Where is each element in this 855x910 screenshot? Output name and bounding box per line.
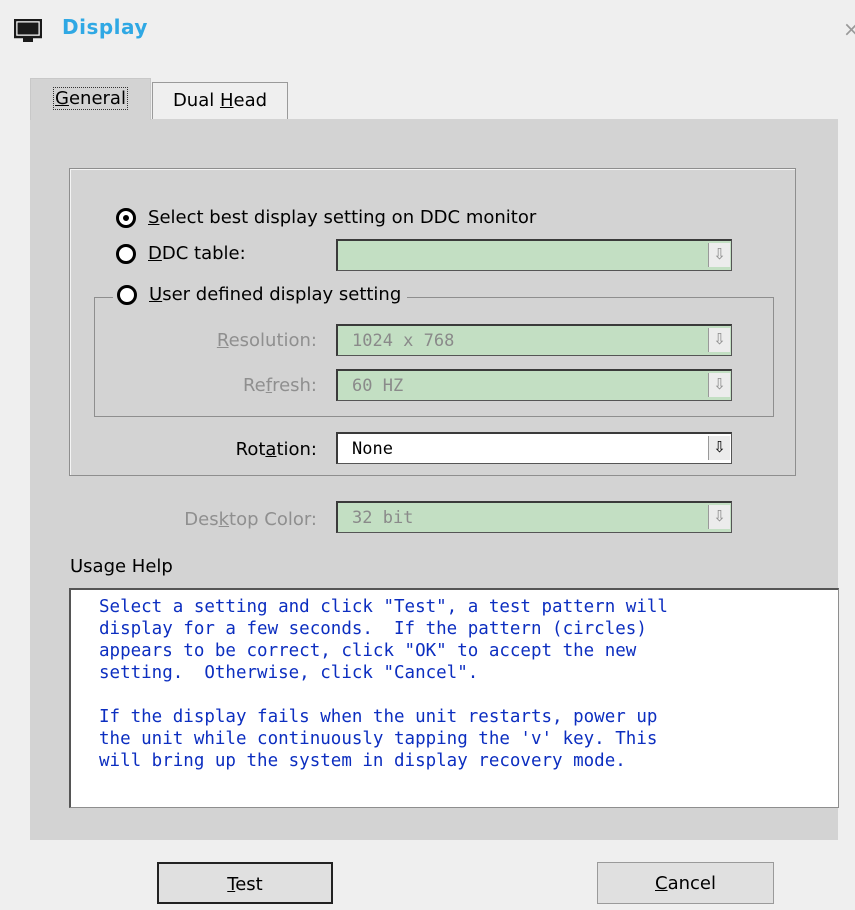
resolution-select[interactable]: 1024 x 768 ⇩: [336, 324, 732, 356]
resolution-value: 1024 x 768: [352, 331, 455, 351]
usage-help-text[interactable]: Select a setting and click "Test", a tes…: [69, 588, 839, 808]
rotation-label: Rotation:: [235, 439, 317, 460]
desktop-color-value: 32 bit: [352, 508, 414, 528]
refresh-select[interactable]: 60 HZ ⇩: [336, 369, 732, 401]
tab-general[interactable]: General: [30, 78, 151, 120]
usage-help-label: Usage Help: [70, 556, 173, 577]
ddc-table-radio[interactable]: [116, 243, 136, 264]
tab-general-label: General: [53, 87, 128, 110]
best-ddc-label: Select best display setting on DDC monit…: [148, 207, 537, 228]
test-button-label: Test: [227, 874, 263, 895]
test-button[interactable]: Test: [157, 862, 333, 904]
ddc-table-select[interactable]: ⇩: [336, 239, 732, 271]
refresh-value: 60 HZ: [352, 376, 404, 396]
rotation-value: None: [352, 439, 393, 459]
cancel-button[interactable]: Cancel: [597, 862, 774, 904]
ddc-table-dropdown-icon[interactable]: ⇩: [708, 243, 730, 267]
tab-dual-head[interactable]: Dual Head: [152, 82, 288, 120]
best-ddc-option[interactable]: Select best display setting on DDC monit…: [116, 207, 536, 228]
display-mode-group: Select best display setting on DDC monit…: [69, 168, 796, 476]
desktop-color-label: Desktop Color:: [184, 509, 317, 530]
title-bar: Display ×: [0, 0, 855, 64]
close-icon[interactable]: ×: [843, 17, 855, 41]
user-defined-option[interactable]: User defined display setting: [113, 284, 408, 305]
window-title: Display: [62, 15, 148, 39]
resolution-dropdown-icon[interactable]: ⇩: [708, 328, 730, 352]
ddc-table-label: DDC table:: [148, 243, 246, 264]
tab-dual-head-label: Dual Head: [172, 90, 268, 111]
user-defined-group: User defined display setting Resolution:…: [94, 284, 774, 417]
refresh-dropdown-icon[interactable]: ⇩: [708, 373, 730, 397]
desktop-color-dropdown-icon[interactable]: ⇩: [708, 505, 730, 529]
user-defined-label: User defined display setting: [149, 284, 402, 305]
ddc-table-option[interactable]: DDC table:: [116, 243, 246, 264]
general-tab-panel: Select best display setting on DDC monit…: [30, 119, 839, 840]
cancel-button-label: Cancel: [655, 873, 716, 894]
resolution-label: Resolution:: [216, 330, 317, 351]
monitor-icon: [14, 19, 42, 42]
refresh-label: Refresh:: [242, 375, 317, 396]
rotation-select[interactable]: None ⇩: [336, 432, 732, 464]
desktop-color-select[interactable]: 32 bit ⇩: [336, 501, 732, 533]
user-defined-radio[interactable]: [117, 284, 137, 305]
best-ddc-radio[interactable]: [116, 207, 136, 228]
rotation-dropdown-icon[interactable]: ⇩: [708, 436, 730, 460]
